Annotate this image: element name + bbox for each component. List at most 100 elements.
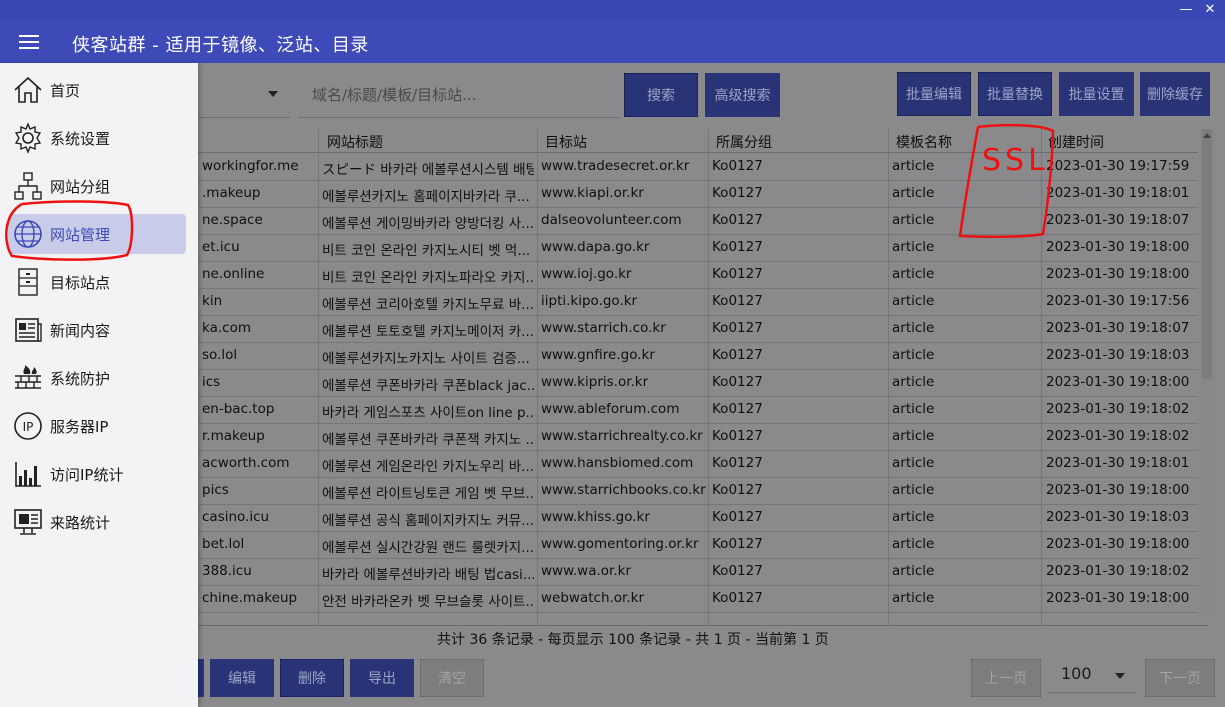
minimize-icon[interactable]: — <box>1176 2 1196 17</box>
cell-title: スピード 바카라 에볼루션시스템 배팅... <box>322 162 534 178</box>
column-header-template[interactable]: 模板名称 <box>896 132 952 152</box>
sidebar-item-label: 服务器IP <box>50 418 109 436</box>
sidebar-item-site-management[interactable]: 网站管理 <box>8 214 186 254</box>
scroll-up-icon[interactable] <box>1203 133 1211 138</box>
sidebar-item-settings[interactable]: 系统设置 <box>8 118 186 158</box>
cell-template: article <box>892 428 935 444</box>
cell-template: article <box>892 482 935 498</box>
cell-target: www.kipris.or.kr <box>541 374 649 390</box>
sidebar-item-protection[interactable]: 系统防护 <box>8 358 186 398</box>
close-icon[interactable]: ✕ <box>1200 2 1220 17</box>
cell-template: article <box>892 239 935 255</box>
table-row[interactable]: casino.icu 에볼루션 공식 홈페이지카지노 커뮤... www.khiss… <box>198 505 1198 532</box>
sidebar-item-home[interactable]: 首页 <box>8 70 186 110</box>
table-row[interactable]: r.makeup 에볼루션 쿠폰바카라 쿠폰잭 카지노 ... www.starri… <box>198 424 1198 451</box>
navigation-drawer: 首页 系统设置 网站分组 网站管理 目标站点 新闻内容 系统防护 IP 服务器I <box>0 63 198 707</box>
cell-template: article <box>892 293 935 309</box>
cell-domain: chine.makeup <box>202 590 298 606</box>
sidebar-item-label: 首页 <box>50 82 81 100</box>
advanced-search-button[interactable]: 高级搜索 <box>705 73 780 117</box>
cell-domain: casino.icu <box>202 509 270 525</box>
table-row[interactable]: pics 에볼루션 라이트닝토큰 게임 벳 무브... www.starrichbo… <box>198 478 1198 505</box>
chevron-down-icon <box>1115 673 1125 679</box>
ip-icon: IP <box>14 412 42 440</box>
sidebar-item-news[interactable]: 新闻内容 <box>8 310 186 350</box>
cell-title: 비트 코인 온라인 카지노시티 벳 먹... <box>322 243 531 259</box>
cell-target: www.starrich.co.kr <box>541 320 666 336</box>
filter-dropdown[interactable] <box>198 73 290 118</box>
sidebar-item-server-ip[interactable]: IP 服务器IP <box>8 406 186 446</box>
table-row[interactable]: en-bac.top 바카라 게임스포츠 사이트on line p... www.a… <box>198 397 1198 424</box>
table-scrollbar[interactable] <box>1199 129 1215 611</box>
scrollbar-thumb[interactable] <box>1202 129 1212 379</box>
cell-template: article <box>892 374 935 390</box>
sidebar-item-site-groups[interactable]: 网站分组 <box>8 166 186 206</box>
org-chart-icon <box>14 172 42 200</box>
search-button[interactable]: 搜索 <box>624 73 698 117</box>
table-row[interactable]: so.lol 에볼루션카지노카지노 사이트 검증... www.gnfire.go.… <box>198 343 1198 370</box>
cell-group: Ko0127 <box>712 401 763 417</box>
sidebar-item-visit-ip-stats[interactable]: 访问IP统计 <box>8 454 186 494</box>
table-row[interactable]: workingfor.me スピード 바카라 에볼루션시스템 배팅... www.t… <box>198 154 1198 181</box>
menu-icon[interactable] <box>19 35 39 50</box>
table-row[interactable]: .makeup 에볼루션카지노 홈페이지바카라 쿠... www.kiapi.or.… <box>198 181 1198 208</box>
column-header-target[interactable]: 目标站 <box>545 132 587 152</box>
table-row[interactable]: acworth.com 에볼루션 게임온라인 카지노우리 바... www.hans… <box>198 451 1198 478</box>
column-header-title[interactable]: 网站标题 <box>327 132 383 152</box>
add-button-partial[interactable] <box>198 659 204 697</box>
column-divider <box>1041 129 1042 625</box>
page-size-value: 100 <box>1061 664 1092 683</box>
home-icon <box>14 76 42 103</box>
sidebar-item-label: 系统设置 <box>50 130 111 148</box>
batch-replace-button[interactable]: 批量替换 <box>978 72 1052 116</box>
cell-domain: r.makeup <box>202 428 265 444</box>
table-row[interactable]: 388.icu 바카라 에볼루션바카라 배팅 법casi... www.wa.or.… <box>198 559 1198 586</box>
table-row[interactable]: chine.makeup 안전 바카라온카 벳 무브슬롯 사이트... webwat… <box>198 586 1198 613</box>
batch-edit-button[interactable]: 批量编辑 <box>897 72 971 116</box>
batch-settings-button[interactable]: 批量设置 <box>1059 72 1134 116</box>
cell-target: www.kiapi.or.kr <box>541 185 644 201</box>
cell-group: Ko0127 <box>712 374 763 390</box>
pagination-summary: 共计 36 条记录 - 每页显示 100 条记录 - 共 1 页 - 当前第 1… <box>437 632 829 648</box>
search-input[interactable] <box>298 73 620 118</box>
gear-icon <box>14 122 42 154</box>
sidebar-item-label: 来路统计 <box>50 514 111 532</box>
clear-cache-button[interactable]: 删除缓存 <box>1140 72 1210 116</box>
cell-domain: ne.online <box>202 266 265 282</box>
cell-target: dalseovolunteer.com <box>541 212 682 228</box>
table-row[interactable]: ne.online 비트 코인 온라인 카지노파라오 카지... www.ioj.g… <box>198 262 1198 289</box>
table-row[interactable]: et.icu 비트 코인 온라인 카지노시티 벳 먹... www.dapa.go.… <box>198 235 1198 262</box>
table-row[interactable]: ne.space 에볼루션 게이밍바카라 양방더킹 사... dalseovolun… <box>198 208 1198 235</box>
table-row[interactable]: ka.com 에볼루션 토토호텔 카지노메이저 카... www.starrich.… <box>198 316 1198 343</box>
column-header-group[interactable]: 所属分组 <box>716 132 772 152</box>
sidebar-item-referrer-stats[interactable]: 来路统计 <box>8 502 186 542</box>
cell-domain: ne.space <box>202 212 263 228</box>
cell-created: 2023-01-30 19:18:00 <box>1046 266 1190 282</box>
clear-button[interactable]: 清空 <box>420 659 484 697</box>
cell-target: www.gomentoring.or.kr <box>541 536 699 552</box>
export-button[interactable]: 导出 <box>350 659 414 697</box>
delete-button[interactable]: 删除 <box>280 659 344 697</box>
cell-created: 2023-01-30 19:18:07 <box>1046 320 1190 336</box>
table-row[interactable]: bet.lol 에볼루션 실시간강원 랜드 룰렛카지... www.gomentor… <box>198 532 1198 559</box>
cell-created: 2023-01-30 19:18:07 <box>1046 212 1190 228</box>
page-size-select[interactable]: 100 <box>1047 659 1137 693</box>
news-icon <box>15 318 42 342</box>
globe-icon <box>14 220 42 248</box>
cell-domain: workingfor.me <box>202 158 299 174</box>
table-row[interactable]: kin 에볼루션 코리아호텔 카지노무료 바... iipti.kipo.go.kr… <box>198 289 1198 316</box>
prev-page-button[interactable]: 上一页 <box>971 659 1041 697</box>
website-table: 网站标题 目标站 所属分组 模板名称 创建时间 workingfor.me スピー… <box>198 129 1198 625</box>
cell-group: Ko0127 <box>712 212 763 228</box>
table-row[interactable]: ics 에볼루션 쿠폰바카라 쿠폰black jac... www.kipris.o… <box>198 370 1198 397</box>
edit-button[interactable]: 编辑 <box>210 659 274 697</box>
column-header-created[interactable]: 创建时间 <box>1048 132 1104 152</box>
firewall-icon <box>15 365 41 389</box>
cell-title: 비트 코인 온라인 카지노파라오 카지... <box>322 270 534 286</box>
sidebar-item-target-sites[interactable]: 目标站点 <box>8 262 186 302</box>
cell-domain: pics <box>202 482 229 498</box>
next-page-button[interactable]: 下一页 <box>1145 659 1215 697</box>
cell-template: article <box>892 266 935 282</box>
app-window: — ✕ 侠客站群 - 适用于镜像、泛站、目录 搜索 高级搜索 批量编辑 批量替换… <box>0 0 1225 707</box>
cell-created: 2023-01-30 19:18:00 <box>1046 590 1190 606</box>
